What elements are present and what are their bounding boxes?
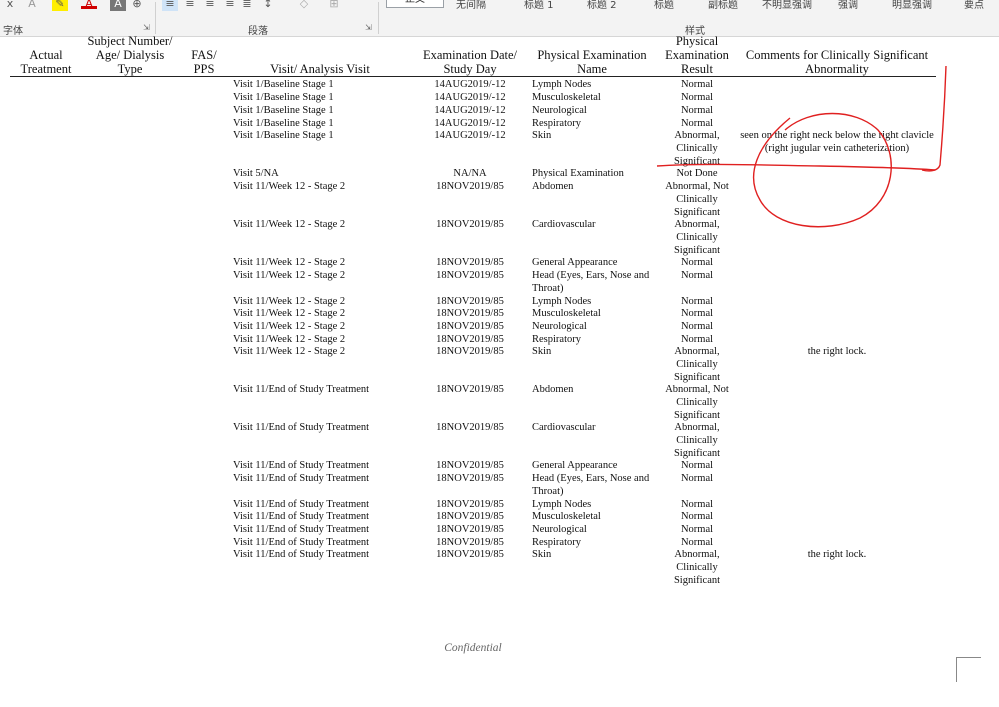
annotation-circle [752,112,892,228]
annotation-underline [656,163,936,171]
annotation-bracket [921,65,947,172]
red-annotation [656,65,947,228]
